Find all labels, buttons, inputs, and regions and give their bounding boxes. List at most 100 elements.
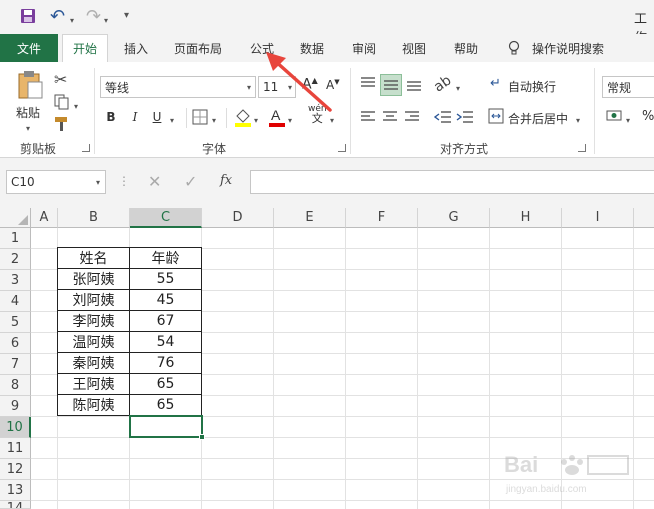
accounting-dropdown-icon[interactable]: ▾ [626, 112, 630, 126]
accounting-format-icon[interactable] [606, 108, 624, 124]
underline-dropdown-icon[interactable]: ▾ [170, 112, 174, 126]
wrap-text-label[interactable]: 自动换行 [508, 78, 556, 95]
font-name-select[interactable]: 等线 ▾ [100, 76, 256, 98]
column-header-c[interactable]: C [130, 208, 202, 228]
table-cell-name[interactable]: 王阿姨 [57, 373, 130, 395]
copy-icon[interactable] [54, 94, 70, 110]
borders-dropdown-icon[interactable]: ▾ [212, 112, 216, 126]
table-cell-age[interactable]: 65 [129, 394, 202, 416]
fill-color-icon[interactable] [234, 107, 252, 127]
row-header-5[interactable]: 5 [0, 312, 31, 333]
row-header-11[interactable]: 11 [0, 438, 31, 459]
table-cell-name[interactable]: 秦阿姨 [57, 352, 130, 374]
row-header-8[interactable]: 8 [0, 375, 31, 396]
row-header-1[interactable]: 1 [0, 228, 31, 249]
decrease-indent-icon[interactable] [434, 110, 452, 124]
fill-handle[interactable] [199, 434, 205, 440]
row-header-4[interactable]: 4 [0, 291, 31, 312]
format-painter-icon[interactable] [54, 116, 70, 132]
tab-help[interactable]: 帮助 [454, 40, 478, 57]
table-cell-age[interactable]: 76 [129, 352, 202, 374]
align-right-icon[interactable] [404, 110, 420, 124]
name-box-dropdown-icon[interactable]: ▾ [96, 178, 100, 187]
name-box[interactable]: C10 ▾ [6, 170, 106, 194]
row-header-14[interactable]: 14 [0, 501, 31, 509]
merge-center-icon[interactable] [488, 108, 504, 124]
undo-dropdown-icon[interactable]: ▾ [70, 12, 74, 26]
table-cell-name[interactable]: 李阿姨 [57, 310, 130, 332]
undo-icon[interactable]: ↶ [50, 6, 65, 27]
tell-me-search[interactable]: 操作说明搜索 [532, 40, 604, 57]
orientation-icon[interactable]: ab [431, 72, 454, 95]
row-header-6[interactable]: 6 [0, 333, 31, 354]
customize-qat-icon[interactable]: ▾ [124, 10, 129, 21]
tab-insert[interactable]: 插入 [124, 40, 148, 57]
bottom-align-icon[interactable] [406, 78, 422, 92]
top-align-icon[interactable] [360, 76, 376, 90]
column-header-a[interactable]: A [31, 208, 58, 228]
table-header-age[interactable]: 年龄 [129, 247, 202, 269]
table-cell-age[interactable]: 65 [129, 373, 202, 395]
select-all-corner[interactable] [0, 208, 31, 228]
borders-icon[interactable] [192, 109, 208, 125]
insert-function-icon[interactable]: fx [220, 173, 232, 188]
active-cell-c10[interactable] [129, 415, 203, 438]
font-color-dropdown-icon[interactable]: ▾ [288, 112, 292, 126]
tab-page-layout[interactable]: 页面布局 [174, 40, 222, 57]
table-header-name[interactable]: 姓名 [57, 247, 130, 269]
font-name-dropdown-icon[interactable]: ▾ [247, 83, 251, 92]
italic-button[interactable]: I [128, 108, 142, 126]
tab-file[interactable]: 文件 [0, 34, 58, 62]
table-cell-name[interactable]: 张阿姨 [57, 268, 130, 290]
tab-home[interactable]: 开始 [62, 34, 108, 62]
column-header-e[interactable]: E [274, 208, 346, 228]
clipboard-launcher-icon[interactable] [82, 144, 90, 152]
merge-center-dropdown-icon[interactable]: ▾ [576, 112, 580, 126]
tab-review[interactable]: 审阅 [352, 40, 376, 57]
save-icon[interactable] [20, 8, 36, 24]
paste-dropdown-icon[interactable]: ▾ [26, 120, 30, 134]
column-header-f[interactable]: F [346, 208, 418, 228]
paste-icon[interactable] [16, 70, 44, 100]
alignment-launcher-icon[interactable] [578, 144, 586, 152]
copy-dropdown-icon[interactable]: ▾ [74, 98, 78, 112]
column-header-h[interactable]: H [490, 208, 562, 228]
table-cell-name[interactable]: 陈阿姨 [57, 394, 130, 416]
redo-icon[interactable]: ↷ [86, 6, 101, 27]
increase-indent-icon[interactable] [456, 110, 474, 124]
column-header-g[interactable]: G [418, 208, 490, 228]
column-header-b[interactable]: B [58, 208, 130, 228]
merge-center-label[interactable]: 合并后居中 [508, 110, 568, 127]
tab-view[interactable]: 视图 [402, 40, 426, 57]
bold-button[interactable]: B [104, 108, 118, 126]
formula-input[interactable] [250, 170, 654, 194]
wrap-text-icon[interactable]: ↵ [490, 76, 501, 91]
redo-dropdown-icon[interactable]: ▾ [104, 12, 108, 26]
underline-button[interactable]: U [150, 108, 164, 126]
align-center-icon[interactable] [382, 110, 398, 124]
row-header-13[interactable]: 13 [0, 480, 31, 501]
font-launcher-icon[interactable] [338, 144, 346, 152]
row-header-12[interactable]: 12 [0, 459, 31, 480]
column-header-i[interactable]: I [562, 208, 634, 228]
number-format-select[interactable]: 常规 [602, 76, 654, 98]
table-cell-age[interactable]: 54 [129, 331, 202, 353]
cancel-icon[interactable]: ✕ [148, 172, 161, 191]
paste-label[interactable]: 粘贴 [16, 104, 40, 121]
row-header-2[interactable]: 2 [0, 249, 31, 270]
fill-color-dropdown-icon[interactable]: ▾ [254, 112, 258, 126]
phonetic-dropdown-icon[interactable]: ▾ [330, 112, 334, 126]
align-left-icon[interactable] [360, 110, 376, 124]
row-header-7[interactable]: 7 [0, 354, 31, 375]
row-header-10[interactable]: 10 [0, 417, 31, 438]
column-header-d[interactable]: D [202, 208, 274, 228]
table-cell-name[interactable]: 刘阿姨 [57, 289, 130, 311]
table-cell-age[interactable]: 55 [129, 268, 202, 290]
orientation-dropdown-icon[interactable]: ▾ [456, 80, 460, 94]
table-cell-age[interactable]: 45 [129, 289, 202, 311]
row-header-9[interactable]: 9 [0, 396, 31, 417]
row-header-3[interactable]: 3 [0, 270, 31, 291]
cut-icon[interactable]: ✂ [54, 70, 67, 89]
enter-icon[interactable]: ✓ [184, 172, 197, 191]
percent-button[interactable]: % [642, 109, 654, 124]
